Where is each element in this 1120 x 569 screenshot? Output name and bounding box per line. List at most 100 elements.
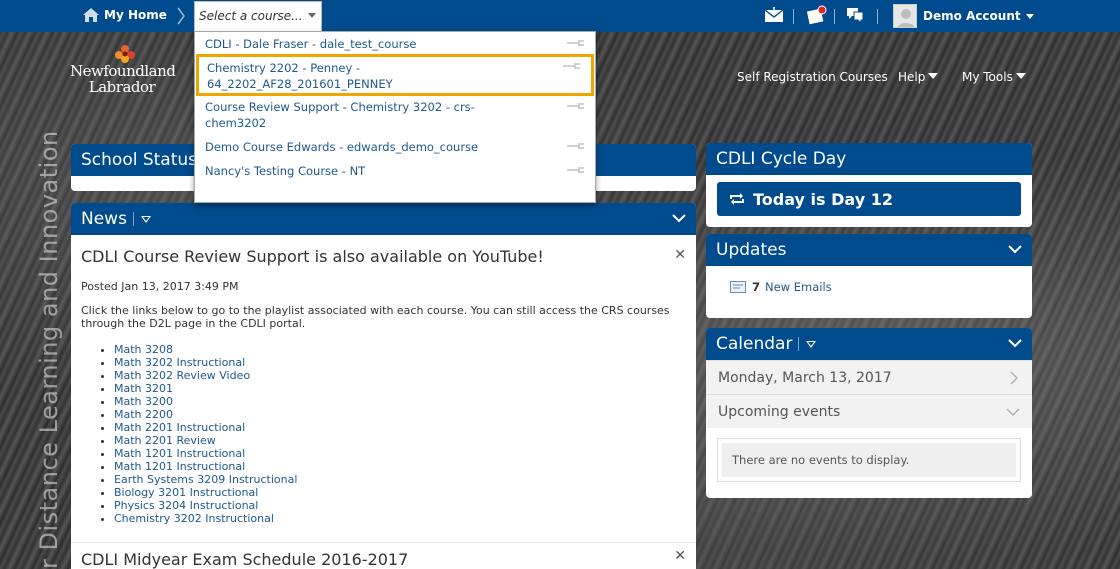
news-item-title: CDLI Course Review Support is also avail… xyxy=(81,247,544,266)
divider xyxy=(132,212,134,226)
divider xyxy=(798,337,800,351)
news-link[interactable]: Chemistry 3202 Instructional xyxy=(114,512,686,525)
course-option-highlighted[interactable]: Chemistry 2202 - Penney - 64_2202_AF28_2… xyxy=(196,54,594,96)
cycle-day-widget: CDLI Cycle Day Today is Day 12 xyxy=(706,143,1032,227)
news-link[interactable]: Math 1201 Instructional xyxy=(114,460,686,473)
news-link[interactable]: Biology 3201 Instructional xyxy=(114,486,686,499)
today-day-label: Today is Day 12 xyxy=(753,189,893,209)
upcoming-events-row[interactable]: Upcoming events xyxy=(706,394,1032,428)
my-tools-menu[interactable]: My Tools xyxy=(962,70,1026,84)
widget-header: Calendar xyxy=(706,328,1032,360)
news-item-date: Posted Jan 13, 2017 3:49 PM xyxy=(81,280,239,293)
collapse-chevron-icon[interactable] xyxy=(1008,244,1022,254)
dropdown-triangle-icon xyxy=(928,73,939,79)
course-option-label: Demo Course Edwards - edwards_demo_cours… xyxy=(205,140,479,154)
message-alert-icon[interactable] xyxy=(764,7,784,24)
calendar-date: Monday, March 13, 2017 xyxy=(718,369,892,386)
course-option[interactable]: Demo Course Edwards - edwards_demo_cours… xyxy=(195,139,595,155)
calendar-title: Calendar xyxy=(716,334,793,354)
today-day-button[interactable]: Today is Day 12 xyxy=(717,182,1021,216)
news-link[interactable]: Math 2201 Instructional xyxy=(114,421,686,434)
new-emails-label: New Emails xyxy=(765,280,832,294)
new-emails-count: 7 xyxy=(752,280,761,294)
collapse-chevron-icon[interactable] xyxy=(672,213,686,223)
news-body: CDLI Course Review Support is also avail… xyxy=(71,235,696,569)
calendar-widget: Calendar Monday, March 13, 2017 Upcoming… xyxy=(706,328,1032,498)
news-link[interactable]: Math 3208 xyxy=(114,343,686,356)
school-status-title: School Status xyxy=(81,150,198,170)
news-link[interactable]: Math 3202 Instructional xyxy=(114,356,686,369)
pin-icon[interactable] xyxy=(567,102,585,110)
pin-icon[interactable] xyxy=(567,142,585,150)
course-option-label: chem3202 xyxy=(205,116,267,130)
calendar-date-row[interactable]: Monday, March 13, 2017 xyxy=(706,360,1032,394)
news-item: CDLI Midyear Exam Schedule 2016-2017 ✕ xyxy=(71,542,696,569)
widget-header: Updates xyxy=(706,234,1032,266)
pin-icon[interactable] xyxy=(567,39,585,47)
divider xyxy=(834,9,835,24)
divider xyxy=(877,9,878,24)
new-emails-row[interactable]: 7 New Emails xyxy=(730,280,832,294)
news-item: CDLI Course Review Support is also avail… xyxy=(71,235,696,525)
course-option-label: 64_2202_AF28_201601_PENNEY xyxy=(207,77,393,91)
updates-widget: Updates 7 New Emails xyxy=(706,234,1032,318)
my-home-link[interactable]: My Home xyxy=(82,7,167,23)
email-icon xyxy=(730,281,746,293)
updates-title: Updates xyxy=(716,240,787,260)
news-link[interactable]: Math 3200 xyxy=(114,395,686,408)
news-link[interactable]: Math 1201 Instructional xyxy=(114,447,686,460)
news-link[interactable]: Math 2200 xyxy=(114,408,686,421)
news-link[interactable]: Math 2201 Review xyxy=(114,434,686,447)
repeat-icon xyxy=(730,193,744,205)
widget-header: News xyxy=(71,203,696,235)
help-label: Help xyxy=(898,70,926,84)
subscription-alert-icon[interactable] xyxy=(845,6,865,24)
course-option[interactable]: Course Review Support - Chemistry 3202 -… xyxy=(195,99,595,131)
upcoming-events-label: Upcoming events xyxy=(718,403,841,420)
account-name: Demo Account xyxy=(923,9,1021,23)
avatar xyxy=(893,4,917,28)
widget-header: CDLI Cycle Day xyxy=(706,143,1032,175)
course-dropdown-menu: CDLI - Dale Fraser - dale_test_course Ch… xyxy=(194,31,596,203)
chevron-right-icon xyxy=(177,7,185,25)
dropdown-triangle-icon xyxy=(1015,73,1026,79)
logo[interactable]: Newfoundland Labrador xyxy=(70,44,176,96)
help-menu[interactable]: Help xyxy=(898,70,939,84)
news-link-list: Math 3208 Math 3202 Instructional Math 3… xyxy=(81,343,686,525)
news-link[interactable]: Physics 3204 Instructional xyxy=(114,499,686,512)
pitcher-plant-logo-icon xyxy=(115,45,135,63)
cycle-day-title: CDLI Cycle Day xyxy=(716,149,847,169)
events-list: There are no events to display. xyxy=(717,438,1021,482)
pin-icon[interactable] xyxy=(563,62,581,70)
news-item-text: Click the links below to go to the playl… xyxy=(81,304,670,330)
course-selector[interactable]: Select a course... xyxy=(194,1,322,31)
news-link[interactable]: Math 3201 xyxy=(114,382,686,395)
course-option-label: Nancy's Testing Course - NT xyxy=(205,164,366,178)
close-icon[interactable]: ✕ xyxy=(674,548,686,564)
widget-menu-icon[interactable] xyxy=(806,340,817,348)
news-title: News xyxy=(81,209,127,229)
widget-menu-icon[interactable] xyxy=(140,215,151,223)
no-events-message: There are no events to display. xyxy=(722,443,1016,477)
pin-icon[interactable] xyxy=(567,166,585,174)
course-option[interactable]: CDLI - Dale Fraser - dale_test_course xyxy=(195,36,595,52)
collapse-chevron-icon[interactable] xyxy=(1008,338,1022,348)
course-option[interactable]: Nancy's Testing Course - NT xyxy=(195,163,595,179)
chevron-right-icon xyxy=(1010,371,1018,385)
news-link[interactable]: Math 3202 Review Video xyxy=(114,369,686,382)
news-link[interactable]: Earth Systems 3209 Instructional xyxy=(114,473,686,486)
user-silhouette-icon xyxy=(897,9,915,27)
news-item-title: CDLI Midyear Exam Schedule 2016-2017 xyxy=(81,550,409,569)
top-navbar: My Home Select a course... Demo Account xyxy=(0,0,1120,32)
course-selector-value: Select a course... xyxy=(199,9,303,23)
course-option-label: Course Review Support - Chemistry 3202 -… xyxy=(205,100,475,114)
close-icon[interactable]: ✕ xyxy=(674,247,686,263)
account-menu[interactable]: Demo Account xyxy=(893,4,1034,28)
divider xyxy=(793,9,794,24)
self-registration-link[interactable]: Self Registration Courses xyxy=(737,70,888,84)
my-tools-label: My Tools xyxy=(962,70,1013,84)
logo-line-2: Labrador xyxy=(88,78,156,96)
self-registration-label: Self Registration Courses xyxy=(737,70,888,84)
chevron-down-icon xyxy=(1025,13,1034,19)
update-alert-icon[interactable] xyxy=(806,5,828,25)
